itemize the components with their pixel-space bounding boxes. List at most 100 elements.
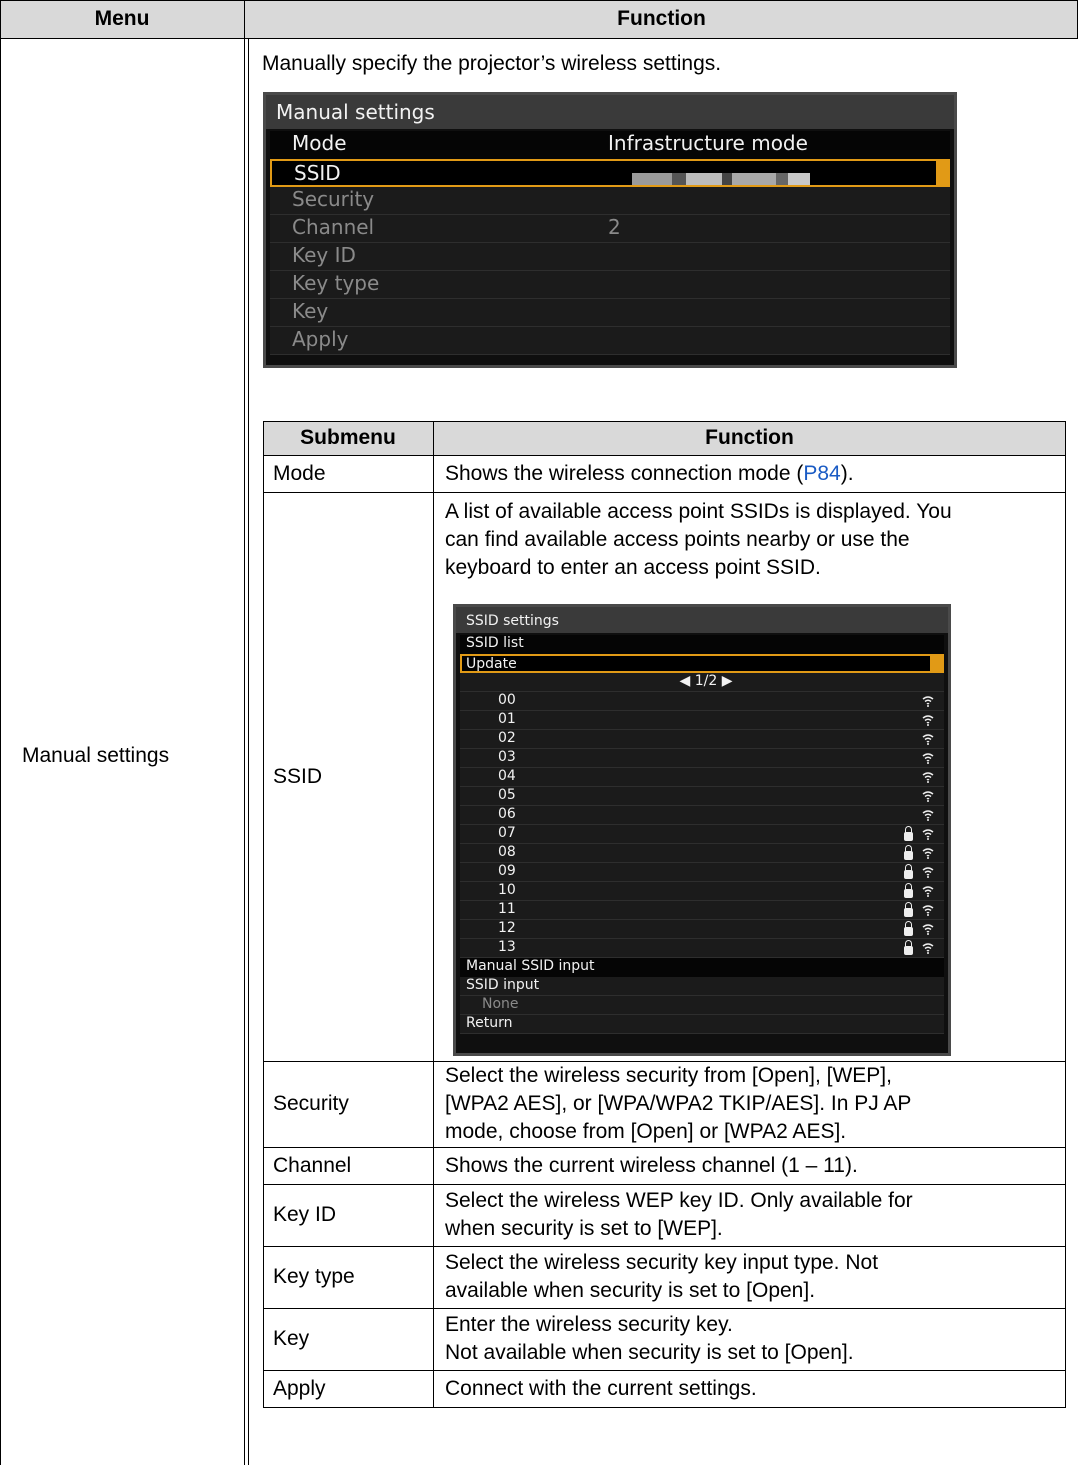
osd-menu-item-apply[interactable]: Apply [270, 327, 950, 355]
table-rule [263, 1184, 1066, 1185]
menu-name: Manual settings [22, 744, 170, 767]
table-rule [263, 421, 264, 1408]
table-rule [263, 1370, 1066, 1371]
header-submenu: Submenu [300, 426, 396, 449]
header-menu: Menu [94, 7, 150, 30]
osd-item-label: Key ID [292, 243, 356, 267]
ssid-list-item[interactable]: 11 [460, 901, 944, 920]
function-post: ). [840, 462, 854, 485]
submenu-apply: Apply [273, 1377, 326, 1400]
ssid-list-item[interactable]: 07 [460, 825, 944, 844]
osd-item-value: Infrastructure mode [608, 131, 808, 155]
ssid-update-button-label: Update [466, 656, 517, 672]
wifi-signal-icon [922, 734, 934, 745]
ssid-input-item-label: SSID input [466, 977, 540, 993]
osd-item-label: Channel [292, 215, 375, 239]
ssid-list-item[interactable]: 12 [460, 920, 944, 939]
ssid-list-item[interactable]: 03 [460, 749, 944, 768]
osd-menu-item-key-id[interactable]: Key ID [270, 243, 950, 271]
submenu-ssid: SSID [273, 765, 323, 788]
osd-item-value: 2 [608, 215, 621, 239]
ssid-list-item[interactable]: 08 [460, 844, 944, 863]
osd-menu-item-key[interactable]: Key [270, 299, 950, 327]
submenu-key-id: Key ID [273, 1203, 337, 1226]
wifi-signal-icon [922, 791, 934, 802]
osd-item-label: SSID [294, 161, 341, 185]
osd-menu-item-mode[interactable]: Mode Infrastructure mode [270, 131, 950, 159]
osd-menu-item-ssid[interactable]: SSID [270, 159, 950, 187]
wifi-signal-icon [922, 924, 934, 935]
wifi-signal-icon [922, 905, 934, 916]
ssid-list-item[interactable]: 02 [460, 730, 944, 749]
function-text: when security is set to [WEP]. [445, 1217, 723, 1240]
ssid-list-item[interactable]: 10 [460, 882, 944, 901]
table-rule [263, 1147, 1066, 1148]
osd-item-label: Key type [292, 271, 380, 295]
table-rule [263, 1308, 1066, 1309]
ssid-input-value-label: None [482, 996, 519, 1012]
ssid-list-item-label: 10 [498, 882, 516, 898]
osd-menu-item-channel[interactable]: Channel 2 [270, 215, 950, 243]
ssid-list-heading-label: SSID list [466, 635, 524, 651]
ssid-list-heading: SSID list [460, 635, 944, 654]
ssid-list-item[interactable]: 05 [460, 787, 944, 806]
page-link-p84[interactable]: P84 [803, 462, 840, 485]
lock-icon [904, 845, 913, 860]
ssid-list-item-label: 01 [498, 711, 516, 727]
osd-menu-item-security[interactable]: Security [270, 187, 950, 215]
wifi-signal-icon [922, 943, 934, 954]
ssid-update-button[interactable]: Update [460, 654, 944, 673]
function-text: can find available access points nearby … [445, 528, 910, 551]
wifi-signal-icon [922, 810, 934, 821]
manual-ssid-input-heading-label: Manual SSID input [466, 958, 595, 974]
lock-icon [904, 883, 913, 898]
ssid-list-item[interactable]: 04 [460, 768, 944, 787]
function-text: Select the wireless security from [Open]… [445, 1064, 892, 1087]
blurred-ssid-value [632, 165, 810, 189]
ssid-list-item[interactable]: 06 [460, 806, 944, 825]
wifi-signal-icon [922, 772, 934, 783]
ssid-pager[interactable]: ◀ 1/2 ▶ [460, 673, 944, 692]
table-rule [263, 1407, 1066, 1408]
function-text: Connect with the current settings. [445, 1377, 757, 1400]
osd-item-label: Key [292, 299, 329, 323]
function-text: mode, choose from [Open] or [WPA2 AES]. [445, 1120, 847, 1143]
ssid-list-item-label: 06 [498, 806, 516, 822]
ssid-list-item-label: 04 [498, 768, 516, 784]
ssid-list-item-label: 09 [498, 863, 516, 879]
ssid-return-button[interactable]: Return [460, 1015, 944, 1034]
ssid-list-item[interactable]: 00 [460, 692, 944, 711]
lock-icon [904, 921, 913, 936]
ssid-list-item[interactable]: 09 [460, 863, 944, 882]
wifi-signal-icon [922, 829, 934, 840]
lock-icon [904, 864, 913, 879]
function-text: Select the wireless security key input t… [445, 1251, 879, 1274]
ssid-list-item[interactable]: 13 [460, 939, 944, 958]
ssid-settings-screen: SSID settings SSID list Update ◀ 1/2 ▶ 00 01… [453, 604, 951, 1056]
function-text: [WPA2 AES], or [WPA/WPA2 TKIP/AES]. In P… [445, 1092, 912, 1115]
function-text: available when security is set to [Open]… [445, 1279, 816, 1302]
table-rule [263, 455, 1066, 456]
ssid-list-item-label: 11 [498, 901, 516, 917]
function-text: keyboard to enter an access point SSID. [445, 556, 821, 579]
ssid-list-item-label: 05 [498, 787, 516, 803]
table-rule [1065, 421, 1066, 1408]
function-text: Shows the current wireless channel (1 – … [445, 1154, 858, 1177]
table-rule [433, 421, 434, 1408]
submenu-key-type: Key type [273, 1265, 355, 1288]
function-text: Not available when security is set to [O… [445, 1341, 854, 1364]
ssid-input-item[interactable]: SSID input [460, 977, 944, 996]
table-rule [263, 492, 1066, 493]
ssid-list-item[interactable]: 01 [460, 711, 944, 730]
ssid-list-item-label: 13 [498, 939, 516, 955]
osd-menu-item-key-type[interactable]: Key type [270, 271, 950, 299]
ssid-pager-label: ◀ 1/2 ▶ [679, 673, 733, 689]
header-sub-function: Function [705, 426, 794, 449]
lock-icon [904, 940, 913, 955]
ssid-list-item-label: 12 [498, 920, 516, 936]
ssid-input-value: None [460, 996, 944, 1015]
osd-item-label: Mode [292, 131, 347, 155]
wifi-signal-icon [922, 715, 934, 726]
function-text: A list of available access point SSIDs i… [445, 500, 952, 523]
ssid-return-button-label: Return [466, 1015, 513, 1031]
